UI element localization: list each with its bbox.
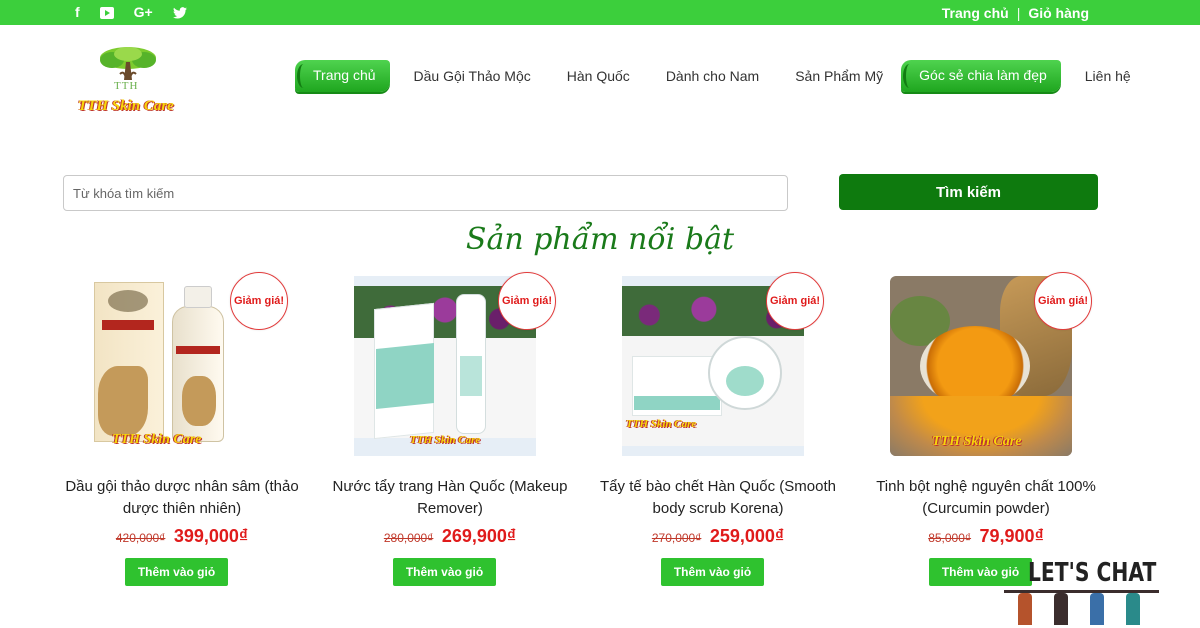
- sale-price: 259,000₫: [709, 526, 785, 546]
- facebook-icon[interactable]: f: [75, 0, 80, 25]
- nav-item-contact[interactable]: Liên hệ: [1067, 60, 1149, 92]
- logo-brand-name: TTH Skin Care: [78, 98, 174, 114]
- add-to-cart-button[interactable]: Thêm vào giỏ: [661, 558, 764, 586]
- google-plus-icon[interactable]: G+: [134, 0, 153, 25]
- watermark: TTH Skin Care: [410, 434, 481, 446]
- old-price: 270,000₫: [651, 531, 702, 545]
- product-price: 270,000₫ 259,000₫: [584, 526, 852, 547]
- sale-badge: Giảm giá!: [1034, 272, 1092, 330]
- product-card: TTH Skin Care Giảm giá! Tinh bột nghệ ng…: [852, 268, 1120, 598]
- chat-person-icon: [1126, 593, 1140, 625]
- nav-item-home[interactable]: Trang chủ: [295, 60, 390, 92]
- top-bar: f G+ Trang chủ | Giỏ hàng: [0, 0, 1200, 25]
- chat-person-icon: [1018, 593, 1032, 625]
- watermark: TTH Skin Care: [932, 434, 1022, 449]
- search-button[interactable]: Tìm kiếm: [839, 174, 1098, 210]
- twitter-icon[interactable]: [172, 6, 187, 19]
- search-input[interactable]: [63, 175, 788, 211]
- nav-item-us-products[interactable]: Sản Phẩm Mỹ: [777, 60, 901, 92]
- product-price: 420,000₫ 399,000₫: [48, 526, 316, 547]
- sale-price: 399,000₫: [173, 526, 249, 546]
- watermark: TTH Skin Care: [112, 432, 202, 447]
- section-title: Sản phẩm nổi bật: [465, 222, 735, 257]
- main-nav: Trang chủ Dầu Gội Thảo Mộc Hàn Quốc Dành…: [295, 60, 1149, 92]
- product-name[interactable]: Tẩy tế bào chết Hàn Quốc (Smooth body sc…: [584, 476, 852, 520]
- product-name[interactable]: Dầu gội thảo dược nhân sâm (thảo dược th…: [48, 476, 316, 520]
- product-price: 85,000₫ 79,900₫: [852, 526, 1120, 547]
- old-price: 280,000₫: [383, 531, 434, 545]
- nav-item-korea[interactable]: Hàn Quốc: [549, 60, 648, 92]
- top-link-cart[interactable]: Giỏ hàng: [1028, 5, 1089, 21]
- product-card: TTH Skin Care Giảm giá! Dầu gội thảo dượ…: [48, 268, 316, 598]
- youtube-icon[interactable]: [99, 6, 114, 19]
- sale-price: 269,900₫: [441, 526, 517, 546]
- sale-badge: Giảm giá!: [230, 272, 288, 330]
- old-price: 420,000₫: [115, 531, 166, 545]
- chat-person-icon: [1054, 593, 1068, 625]
- nav-item-men[interactable]: Dành cho Nam: [648, 60, 777, 92]
- nav-item-herbal-shampoo[interactable]: Dầu Gội Thảo Mộc: [396, 60, 549, 92]
- product-grid: TTH Skin Care Giảm giá! Dầu gội thảo dượ…: [48, 268, 1120, 598]
- chat-person-icon: [1090, 593, 1104, 625]
- add-to-cart-button[interactable]: Thêm vào giỏ: [393, 558, 496, 586]
- logo-initials: TTH: [114, 80, 139, 92]
- product-name[interactable]: Nước tẩy trang Hàn Quốc (Makeup Remover): [316, 476, 584, 520]
- sale-price: 79,900₫: [979, 526, 1044, 546]
- watermark: TTH Skin Care: [626, 418, 697, 430]
- sale-badge: Giảm giá!: [498, 272, 556, 330]
- lets-chat-widget[interactable]: LET'S CHAT: [1004, 556, 1164, 628]
- product-card: TTH Skin Care Giảm giá! Nước tẩy trang H…: [316, 268, 584, 598]
- top-link-home[interactable]: Trang chủ: [942, 5, 1009, 21]
- product-price: 280,000₫ 269,900₫: [316, 526, 584, 547]
- top-links-separator: |: [1016, 4, 1021, 21]
- nav-item-beauty-corner[interactable]: Góc sẻ chia làm đẹp: [901, 60, 1061, 92]
- social-links: f G+: [75, 0, 187, 25]
- old-price: 85,000₫: [928, 531, 972, 545]
- top-links: Trang chủ | Giỏ hàng: [942, 0, 1089, 25]
- lets-chat-label: LET'S CHAT: [1028, 558, 1157, 588]
- product-card: TTH Skin Care Giảm giá! Tẩy tế bào chết …: [584, 268, 852, 598]
- site-logo[interactable]: TTH TTH Skin Care: [78, 46, 188, 120]
- tree-logo-icon: [100, 47, 156, 80]
- sale-badge: Giảm giá!: [766, 272, 824, 330]
- add-to-cart-button[interactable]: Thêm vào giỏ: [125, 558, 228, 586]
- product-name[interactable]: Tinh bột nghệ nguyên chất 100% (Curcumin…: [852, 476, 1120, 520]
